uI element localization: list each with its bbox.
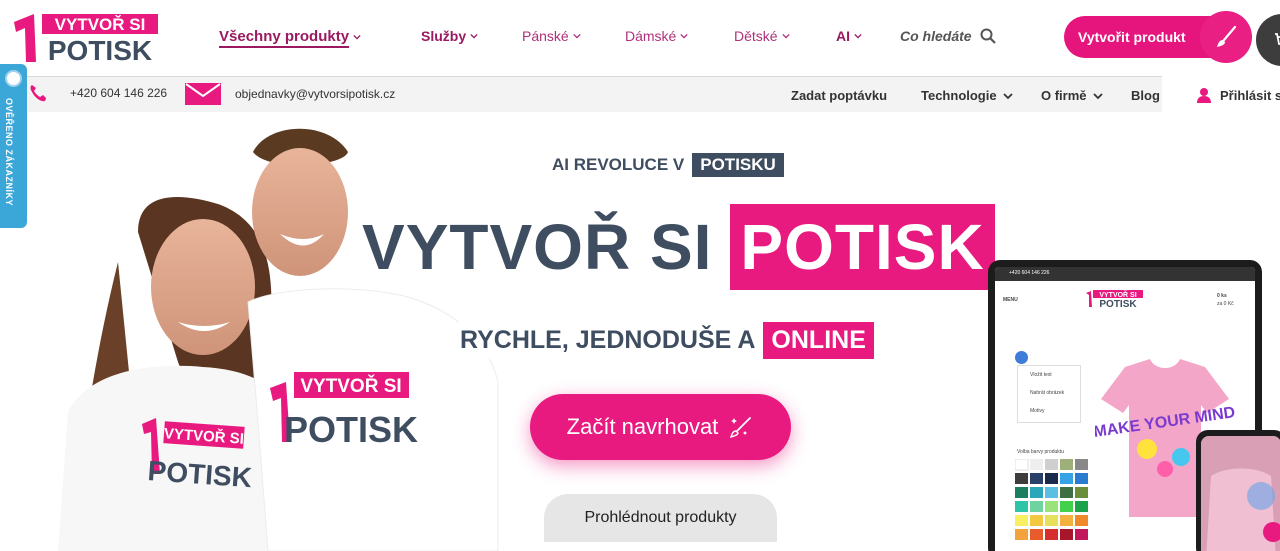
svg-text:POTISK: POTISK [48,35,152,64]
phone-number: +420 604 146 226 [70,86,168,100]
chevron-down-icon [1002,92,1013,99]
login-link[interactable]: Přihlásit s [1196,87,1280,103]
hero-subtitle-pink: ONLINE [763,322,874,359]
hero-subtitle: RYCHLE, JEDNODUŠE A ONLINE [452,322,874,359]
verified-label: OVĚŘENO ZÁKAZNÍKY [4,98,14,207]
browse-products-label: Prohlédnout produkty [584,509,737,526]
search-label: Co hledáte [900,28,972,44]
hero-subtitle-dark: RYCHLE, JEDNODUŠE A [452,322,764,359]
technology-menu[interactable]: Technologie [921,88,1013,103]
create-product-button[interactable]: Vytvořit produkt [1064,11,1252,63]
magic-brush-icon [730,417,752,439]
phone-icon [30,85,46,102]
technology-label: Technologie [921,88,997,103]
search-icon [980,28,996,44]
hero-eyebrow: AI REVOLUCE V POTISKU [552,153,784,177]
brush-icon [1200,11,1252,63]
request-quote-label: Zadat poptávku [791,88,888,103]
tool-motifs: Motivy [1030,408,1045,414]
svg-text:VYTVOŘ SI: VYTVOŘ SI [1099,290,1136,299]
nav-kids[interactable]: Dětské [734,28,790,44]
hero-title-pink: POTISK [730,204,995,290]
nav-all-products[interactable]: Všechny produkty [219,28,361,45]
blog-link[interactable]: Blog [1131,88,1160,103]
tablet-phone: +420 604 146 226 [1009,270,1050,276]
hero-title: VYTVOŘ SI POTISK [362,204,995,290]
nav-kids-label: Dětské [734,28,778,44]
cart-icon [1275,33,1280,45]
mail-icon [185,83,221,105]
nav-all-products-label: Všechny produkty [219,28,350,45]
svg-text:VYTVOŘ SI: VYTVOŘ SI [55,15,146,34]
nav-men[interactable]: Pánské [522,28,581,44]
site-logo[interactable]: VYTVOŘ SI POTISK [12,12,160,66]
chevron-down-icon [781,33,790,39]
tablet-cart-qty: 0 ks [1217,293,1227,299]
chevron-down-icon [1092,92,1103,99]
start-designing-label: Začít navrhovat [566,414,719,439]
nav-women[interactable]: Dámské [625,28,689,44]
hero-eyebrow-box: POTISKU [692,153,784,177]
color-swatch-grid [1015,459,1088,540]
nav-services-label: Služby [421,28,467,44]
cart-button[interactable] [1256,14,1280,66]
chevron-down-icon [854,33,862,39]
tablet-colors-label: Volba barvy produktu [1017,449,1064,455]
browse-products-button[interactable]: Prohlédnout produkty [544,494,777,542]
phone-screen [1201,436,1280,551]
tablet-cart-price: za 0 Kč [1217,301,1234,307]
user-icon [1197,88,1211,103]
search-trigger[interactable]: Co hledáte [900,28,996,44]
chevron-down-icon [680,33,689,39]
about-label: O firmě [1041,88,1087,103]
chevron-down-icon [470,33,478,39]
start-designing-button[interactable]: Začít navrhovat [530,394,791,460]
svg-text:VYTVOŘ SI: VYTVOŘ SI [300,375,401,397]
site-header: VYTVOŘ SI POTISK Všechny produkty Služby… [0,0,1280,76]
email-contact[interactable]: objednavky@vytvorsipotisk.cz [185,83,395,105]
phone-mockup [1196,430,1280,551]
phone-preview [1201,436,1280,551]
verified-by-customers-tab[interactable]: OVĚŘENO ZÁKAZNÍKY [0,64,27,228]
logo-graphic: VYTVOŘ SI POTISK [14,14,158,66]
svg-text:POTISK: POTISK [1099,299,1137,309]
nav-ai[interactable]: AI [836,28,862,44]
blog-label: Blog [1131,88,1160,103]
nav-men-label: Pánské [522,28,569,44]
nav-services[interactable]: Služby [421,28,478,44]
verified-badge-icon [5,70,22,87]
phone-contact[interactable]: +420 604 146 226 [28,83,167,103]
tool-text: Vložit text [1030,372,1052,378]
about-menu[interactable]: O firmě [1041,88,1103,103]
add-tool-icon [1015,351,1028,364]
svg-text:POTISK: POTISK [284,409,418,450]
login-label: Přihlásit s [1220,87,1280,103]
chevron-down-icon [573,33,581,39]
tablet-tools: Vložit text Nahrát obrázek Motivy [1017,365,1081,423]
request-quote-link[interactable]: Zadat poptávku [791,88,887,103]
tablet-logo: VYTVOŘ SI POTISK [1086,290,1143,309]
tablet-menu: MENU [1003,297,1018,303]
nav-ai-label: AI [836,28,850,44]
hero-title-dark: VYTVOŘ SI [362,211,713,283]
tool-image: Nahrát obrázek [1030,390,1065,396]
chevron-down-icon [353,34,361,40]
nav-women-label: Dámské [625,28,677,44]
hero-eyebrow-text: AI REVOLUCE V [552,155,685,174]
email-address: objednavky@vytvorsipotisk.cz [235,87,396,101]
create-product-label: Vytvořit produkt [1078,29,1186,45]
